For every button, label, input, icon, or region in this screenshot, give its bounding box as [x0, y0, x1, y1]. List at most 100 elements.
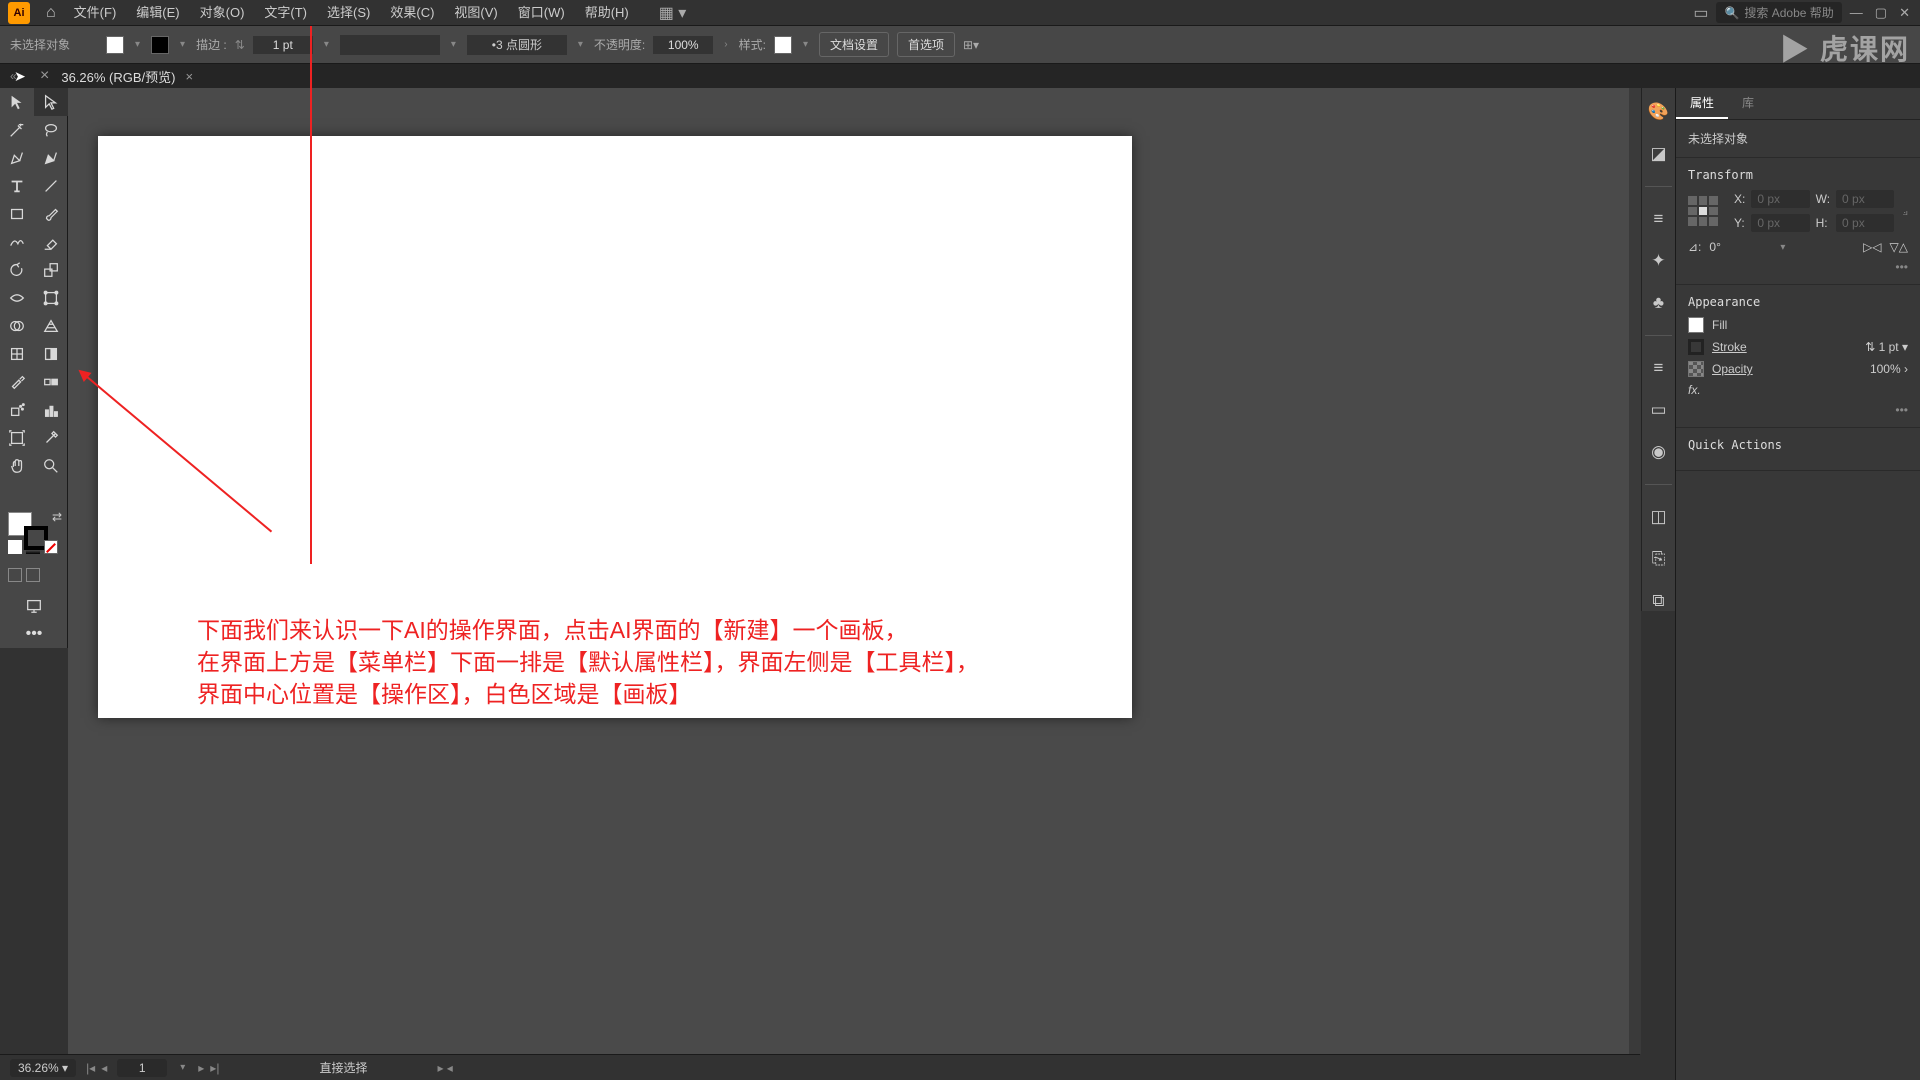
fill-dropdown-icon[interactable]: ▾ [132, 39, 143, 50]
curvature-tool[interactable] [34, 144, 68, 172]
link-wh-icon[interactable]: ⟓ [1902, 204, 1908, 219]
doc-tab[interactable]: 36.26% (RGB/预览) × [49, 67, 205, 86]
magic-wand-tool[interactable] [0, 116, 34, 144]
minimize-icon[interactable]: — [1850, 5, 1863, 21]
artboard-number[interactable]: 1 [117, 1059, 167, 1077]
swap-colors-icon[interactable]: ⇄ [52, 510, 62, 524]
rotate-tool[interactable] [0, 256, 34, 284]
slice-tool[interactable] [34, 424, 68, 452]
menu-text[interactable]: 文字(T) [254, 0, 317, 26]
symbols-panel-icon[interactable]: ♣ [1653, 293, 1664, 313]
fill-swatch[interactable] [106, 36, 124, 54]
symbol-sprayer-tool[interactable] [0, 396, 34, 424]
artboards-panel-icon[interactable]: ⧉ [1652, 591, 1664, 611]
menu-effect[interactable]: 效果(C) [380, 0, 444, 26]
swatches-panel-icon[interactable]: ◪ [1650, 144, 1666, 164]
menu-select[interactable]: 选择(S) [317, 0, 380, 26]
type-tool[interactable] [0, 172, 34, 200]
direct-selection-tool[interactable] [34, 88, 68, 116]
stroke-color-swatch[interactable] [1688, 339, 1704, 355]
fill-color-swatch[interactable] [1688, 317, 1704, 333]
column-graph-tool[interactable] [34, 396, 68, 424]
next-artboard-icon[interactable]: ▸ [198, 1061, 204, 1075]
reference-point[interactable] [1688, 196, 1718, 226]
maximize-icon[interactable]: ▢ [1875, 5, 1887, 21]
align-icon[interactable]: ⊞▾ [963, 38, 979, 52]
brush-picker[interactable] [340, 35, 440, 55]
zoom-tool[interactable] [34, 452, 68, 480]
draw-normal[interactable] [8, 568, 22, 582]
prev-artboard-icon[interactable]: ◂ [101, 1061, 107, 1075]
menu-window[interactable]: 窗口(W) [508, 0, 575, 26]
arrange-icon[interactable]: ▭ [1693, 3, 1708, 23]
prefs-button[interactable]: 首选项 [897, 32, 955, 57]
opacity-link[interactable]: Opacity [1712, 362, 1753, 376]
transform-angle[interactable]: 0° [1709, 240, 1769, 254]
home-icon[interactable]: ⌂ [46, 4, 56, 22]
style-swatch[interactable] [774, 36, 792, 54]
flip-v-icon[interactable]: ▽△ [1890, 240, 1908, 254]
paintbrush-tool[interactable] [34, 200, 68, 228]
gradient-tool[interactable] [34, 340, 68, 368]
edit-toolbar-button[interactable]: ••• [0, 620, 68, 648]
align-panel-icon[interactable]: ◫ [1650, 507, 1666, 527]
artboard[interactable] [98, 136, 1132, 718]
panel-tab-properties[interactable]: 属性 [1676, 88, 1728, 119]
line-tool[interactable] [34, 172, 68, 200]
transform-y[interactable]: 0 px [1751, 214, 1809, 232]
opacity-input[interactable] [653, 36, 713, 54]
stroke-panel-icon[interactable]: ≡ [1654, 209, 1664, 229]
appearance-panel-icon[interactable]: ◉ [1651, 442, 1666, 462]
screen-mode-button[interactable] [0, 592, 68, 620]
hand-tool[interactable] [0, 452, 34, 480]
first-artboard-icon[interactable]: |◂ [86, 1061, 95, 1075]
free-transform-tool[interactable] [34, 284, 68, 312]
transform-more-icon[interactable]: ••• [1688, 260, 1908, 274]
stroke-weight-input[interactable] [253, 36, 313, 54]
panel-tab-libraries[interactable]: 库 [1728, 88, 1768, 119]
menu-file[interactable]: 文件(F) [64, 0, 127, 26]
lasso-tool[interactable] [34, 116, 68, 144]
stroke-dropdown-icon[interactable]: ▾ [177, 39, 188, 50]
eyedropper-tool[interactable] [0, 368, 34, 396]
selection-tool[interactable] [0, 88, 34, 116]
appearance-more-icon[interactable]: ••• [1688, 403, 1908, 417]
none-mode[interactable] [44, 540, 58, 554]
mesh-tool[interactable] [0, 340, 34, 368]
shape-builder-tool[interactable] [0, 312, 34, 340]
libraries-panel-icon[interactable]: ⎘ [1652, 549, 1666, 569]
pen-tool[interactable] [0, 144, 34, 172]
brushes-panel-icon[interactable]: ✦ [1651, 251, 1665, 271]
scale-tool[interactable] [34, 256, 68, 284]
help-search[interactable]: 🔍 搜索 Adobe 帮助 [1716, 2, 1841, 23]
dash-pattern[interactable]: • 3 点圆形 [467, 35, 567, 55]
width-tool[interactable] [0, 284, 34, 312]
asset-panel-icon[interactable]: ▭ [1650, 400, 1666, 420]
blend-tool[interactable] [34, 368, 68, 396]
menu-help[interactable]: 帮助(H) [575, 0, 639, 26]
transform-x[interactable]: 0 px [1751, 190, 1809, 208]
vertical-scrollbar[interactable] [1629, 88, 1641, 1054]
tab-prev-close[interactable]: × [40, 67, 49, 85]
transform-w[interactable]: 0 px [1836, 190, 1894, 208]
layers-panel-icon[interactable]: ≡ [1654, 358, 1664, 378]
rectangle-tool[interactable] [0, 200, 34, 228]
color-panel-icon[interactable]: 🎨 [1648, 102, 1669, 122]
last-artboard-icon[interactable]: ▸| [210, 1061, 219, 1075]
opacity-swatch[interactable] [1688, 361, 1704, 377]
menu-view[interactable]: 视图(V) [444, 0, 507, 26]
close-icon[interactable]: ✕ [1899, 5, 1910, 21]
fx-button[interactable]: fx. [1688, 383, 1701, 397]
tab-close-icon[interactable]: × [186, 69, 194, 84]
canvas-area[interactable] [68, 88, 1640, 1054]
zoom-level[interactable]: 36.26% ▾ [10, 1059, 76, 1077]
stroke-link[interactable]: Stroke [1712, 340, 1747, 354]
eraser-tool[interactable] [34, 228, 68, 256]
menu-edit[interactable]: 编辑(E) [126, 0, 189, 26]
artboard-tool[interactable] [0, 424, 34, 452]
stroke-swatch[interactable] [151, 36, 169, 54]
shaper-tool[interactable] [0, 228, 34, 256]
doc-setup-button[interactable]: 文档设置 [819, 32, 889, 57]
flip-h-icon[interactable]: ▷◁ [1863, 240, 1881, 254]
draw-behind[interactable] [26, 568, 40, 582]
